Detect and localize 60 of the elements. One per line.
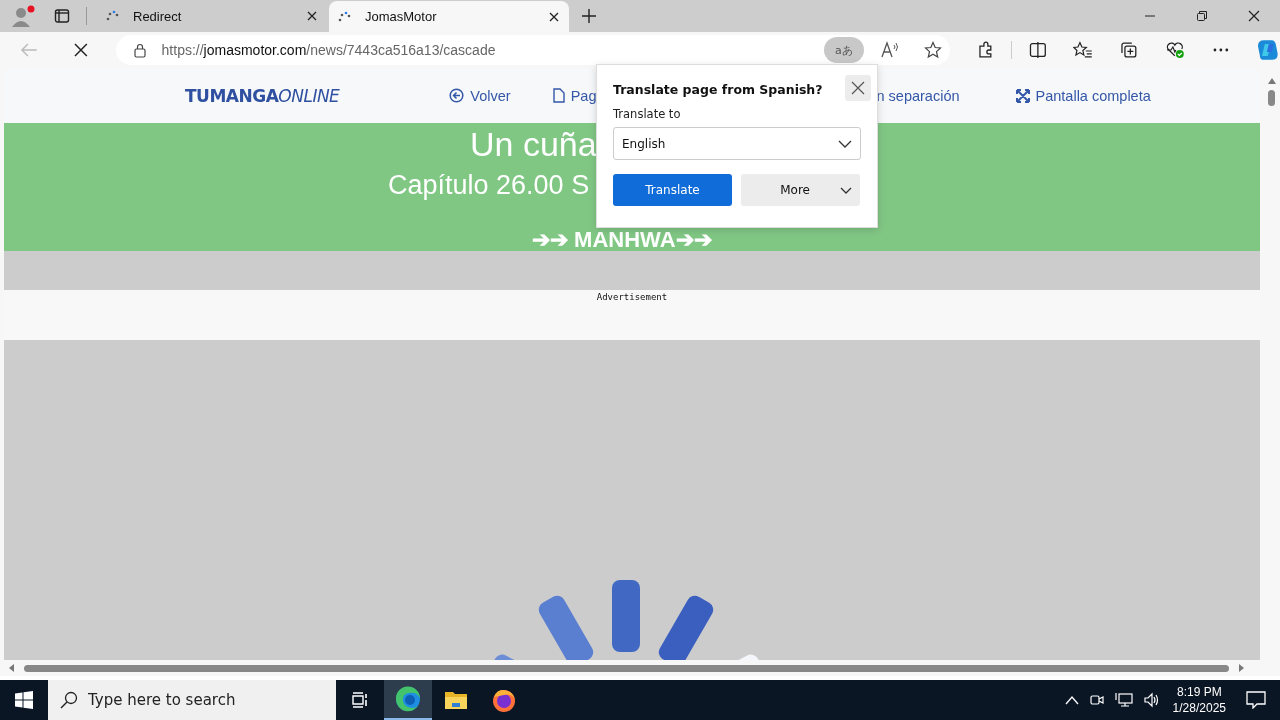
task-view-icon[interactable] [350, 691, 370, 709]
chapter-title: Capítulo 26.00 S [388, 170, 590, 201]
scrollbar-thumb[interactable] [24, 664, 1229, 672]
favorites-icon[interactable] [1073, 41, 1094, 59]
manga-title: Un cuña [470, 125, 597, 164]
new-tab-icon[interactable] [581, 8, 597, 24]
star-icon[interactable] [923, 41, 942, 59]
back-circle-icon [449, 88, 465, 103]
close-icon[interactable] [845, 75, 871, 101]
fullscreen-icon [1015, 88, 1030, 103]
translate-button[interactable]: aあ [823, 37, 864, 63]
health-icon[interactable] [1164, 41, 1185, 59]
taskbar-app[interactable] [384, 680, 432, 720]
browser-icon [395, 686, 421, 712]
browser-tab[interactable]: JomasMotor [329, 1, 569, 32]
site-logo[interactable]: TUMANGAONLINE [185, 85, 340, 106]
chevron-down-icon [838, 139, 852, 148]
chevron-down-icon [840, 186, 852, 194]
collections-icon[interactable] [1120, 41, 1138, 59]
volume-icon[interactable] [1142, 692, 1161, 708]
folder-icon [444, 689, 468, 711]
close-icon[interactable] [307, 11, 317, 21]
scrollbar-thumb[interactable] [1268, 90, 1275, 106]
nav-link[interactable]: n separación [876, 87, 960, 104]
lock-icon [133, 42, 146, 58]
translate-button[interactable]: Translate [613, 174, 732, 206]
network-icon[interactable] [1114, 692, 1133, 708]
scroll-right-icon[interactable] [1237, 664, 1245, 672]
nav-link[interactable]: Pag [552, 87, 597, 104]
address-field[interactable]: https://jomasmotor.com/news/7443ca516a13/cascade aあ [115, 35, 950, 65]
nav-link[interactable]: Volver [449, 87, 511, 104]
notifications-icon[interactable] [1246, 691, 1266, 709]
close-icon[interactable] [1248, 10, 1260, 22]
clock-date[interactable]: 1/28/2025 [1172, 700, 1226, 716]
profile-icon[interactable] [10, 4, 36, 28]
nav-link[interactable]: Pantalla completa [1015, 87, 1151, 104]
restore-icon[interactable] [1196, 10, 1208, 22]
close-icon[interactable] [549, 11, 559, 22]
fox-globe-icon [491, 687, 517, 713]
scroll-up-icon[interactable] [1268, 78, 1276, 84]
stop-icon[interactable] [73, 43, 88, 57]
language-dropdown[interactable]: English [613, 127, 861, 160]
popup-title: Translate page from Spanish? [613, 81, 823, 97]
ad-label: Advertisement [596, 292, 668, 304]
page-icon [552, 88, 565, 103]
clock-time[interactable]: 8:19 PM [1176, 684, 1222, 700]
scroll-left-icon[interactable] [8, 664, 16, 672]
search-field[interactable]: Type here to search [48, 680, 336, 720]
search-icon [60, 691, 78, 709]
genre-label: ➔➔ MANHWA➔➔ [532, 229, 712, 251]
split-screen-icon[interactable] [1028, 41, 1047, 59]
copilot-icon[interactable] [1256, 38, 1280, 62]
more-button[interactable]: More [741, 174, 860, 206]
start-icon[interactable] [15, 691, 33, 709]
field-label: Translate to [613, 107, 682, 121]
browser-tab[interactable]: Redirect [97, 0, 327, 32]
chevron-up-icon[interactable] [1064, 695, 1079, 705]
camera-icon[interactable] [1088, 692, 1105, 708]
read-aloud-icon[interactable] [879, 41, 900, 59]
tab-actions-icon[interactable] [54, 8, 70, 24]
